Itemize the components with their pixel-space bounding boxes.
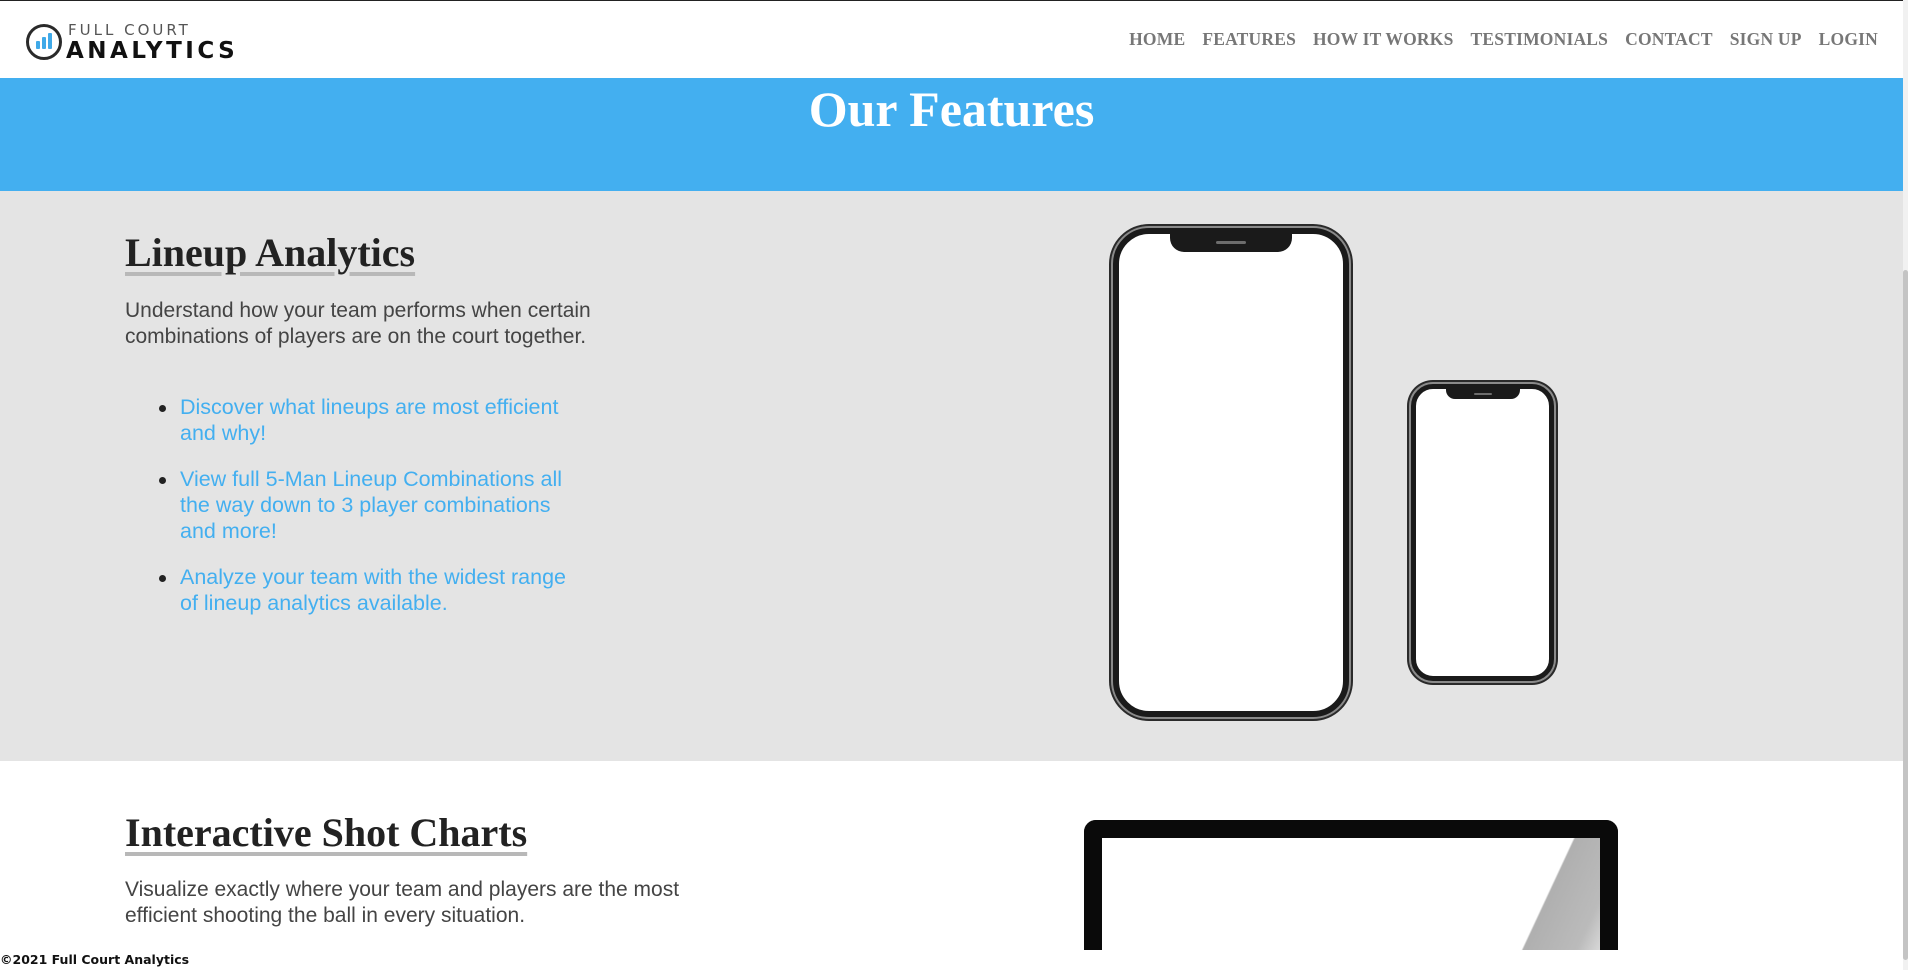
feature-bullet-list: Discover what lineups are most efficient… [159, 394, 570, 636]
list-item: View full 5-Man Lineup Combinations all … [159, 466, 570, 544]
page-title: Our Features [808, 81, 1095, 137]
list-item: Analyze your team with the widest range … [159, 564, 570, 616]
copyright-text: ©2021 Full Court Analytics [0, 952, 190, 967]
feature-lineup-analytics: Lineup Analytics Understand how your tea… [0, 191, 1903, 761]
laptop-image [1084, 820, 1618, 960]
features-hero: Our Features [0, 78, 1903, 191]
bar-chart-circle-icon [26, 24, 62, 60]
site-footer: ©2021 Full Court Analytics [0, 950, 1903, 970]
phone-small-image [1411, 384, 1554, 681]
nav-login[interactable]: LOGIN [1819, 29, 1878, 50]
list-item: Discover what lineups are most efficient… [159, 394, 570, 446]
logo-line1: FULL COURT [68, 21, 191, 39]
nav-testimonials[interactable]: TESTIMONIALS [1471, 29, 1609, 50]
feature-description: Visualize exactly where your team and pl… [125, 878, 680, 927]
page-scrollbar[interactable] [1903, 0, 1908, 970]
nav-contact[interactable]: CONTACT [1625, 29, 1713, 50]
feature-title: Interactive Shot Charts [125, 810, 528, 855]
nav-features[interactable]: FEATURES [1202, 29, 1296, 50]
nav-how-it-works[interactable]: HOW IT WORKS [1313, 29, 1454, 50]
feature-title: Lineup Analytics [125, 230, 416, 275]
nav-home[interactable]: HOME [1129, 29, 1185, 50]
nav-sign-up[interactable]: SIGN UP [1730, 29, 1802, 50]
main-nav: HOME FEATURES HOW IT WORKS TESTIMONIALS … [1129, 29, 1878, 50]
phone-large-image [1113, 228, 1349, 717]
site-header: FULL COURT ANALYTICS HOME FEATURES HOW I… [0, 1, 1903, 78]
feature-description: Understand how your team performs when c… [125, 299, 591, 348]
scrollbar-thumb[interactable] [1903, 270, 1908, 960]
feature-shot-charts: Interactive Shot Charts Visualize exactl… [0, 761, 1903, 960]
brand-logo[interactable]: FULL COURT ANALYTICS [26, 20, 236, 64]
logo-line2: ANALYTICS [66, 38, 239, 64]
